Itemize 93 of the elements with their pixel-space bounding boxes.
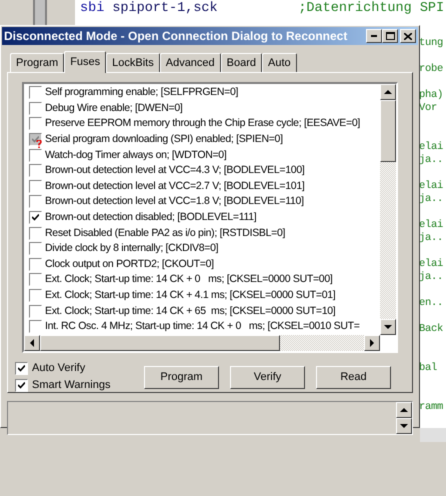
action-button[interactable]: Program bbox=[144, 366, 219, 389]
scroll-thumb[interactable] bbox=[40, 335, 280, 351]
right-arrow-icon bbox=[369, 339, 375, 347]
checkbox[interactable] bbox=[29, 242, 42, 256]
checkbox[interactable] bbox=[29, 304, 42, 318]
code-comment: ja.. bbox=[419, 271, 444, 284]
check-icon bbox=[32, 136, 39, 144]
check-icon bbox=[18, 382, 25, 388]
tab[interactable]: Program bbox=[10, 53, 64, 72]
option-label: Smart Warnings bbox=[32, 378, 110, 393]
fuse-label: Divide clock by 8 internally; [CKDIV8=0] bbox=[45, 242, 218, 256]
code-comment: ja.. bbox=[419, 154, 444, 167]
code-operand: spiport-1,sck bbox=[112, 2, 219, 15]
scroll-down-button[interactable] bbox=[380, 319, 396, 335]
code-comment: elai bbox=[419, 258, 444, 271]
up-arrow-icon bbox=[384, 89, 392, 95]
maximize-button[interactable] bbox=[382, 29, 398, 43]
tab[interactable]: Fuses bbox=[64, 51, 106, 73]
checkbox[interactable] bbox=[29, 289, 42, 302]
code-comment: elai bbox=[419, 180, 444, 193]
fuse-label: Ext. Clock; Start-up time: 14 CK + 65 ms; [CKSEL=0000 SUT=10] bbox=[45, 304, 336, 318]
minimize-button[interactable] bbox=[366, 29, 382, 43]
checkbox[interactable] bbox=[29, 148, 42, 162]
fuse-label: Debug Wire enable; [DWEN=0] bbox=[45, 102, 183, 115]
checkbox[interactable] bbox=[15, 378, 28, 392]
checkbox[interactable] bbox=[29, 102, 42, 115]
fuse-label: Preserve EEPROM memory through the Chip Erase cycle; [EESAVE=0] bbox=[45, 117, 360, 130]
code-comment: Vor bbox=[419, 102, 438, 115]
fuse-label: Brown-out detection level at VCC=2.7 V; [BODLEVEL=101] bbox=[45, 180, 304, 193]
fuse-label: Brown-out detection level at VCC=1.8 V; [BODLEVEL=110] bbox=[45, 195, 304, 208]
scroll-right-button[interactable] bbox=[364, 335, 380, 351]
checkbox[interactable] bbox=[29, 164, 42, 178]
tab[interactable]: LockBits bbox=[106, 53, 160, 72]
window-title: Disconnected Mode - Open Connection Dialog to Reconnect bbox=[4, 28, 348, 45]
checkbox[interactable] bbox=[29, 273, 42, 286]
checkbox[interactable] bbox=[15, 362, 28, 374]
scroll-up-button[interactable] bbox=[396, 402, 412, 418]
code-keyword: sbi bbox=[80, 2, 104, 15]
tab[interactable]: Board bbox=[220, 53, 262, 72]
code-comment: bal bbox=[419, 362, 438, 375]
scroll-thumb[interactable] bbox=[380, 100, 396, 162]
code-comment: ;Datenrichtung SPI bbox=[298, 2, 444, 15]
horizontal-scrollbar[interactable] bbox=[24, 335, 380, 351]
vertical-scrollbar[interactable] bbox=[380, 84, 396, 335]
action-button[interactable]: Verify bbox=[230, 366, 305, 389]
fuse-label: Ext. Clock; Start-up time: 14 CK + 0 ms; [CKSEL=0000 SUT=00] bbox=[45, 273, 332, 286]
checkbox[interactable] bbox=[29, 117, 42, 130]
left-arrow-icon bbox=[29, 339, 35, 347]
fuse-label: Serial program downloading (SPI) enabled; [SPIEN=0] bbox=[45, 133, 283, 146]
fuse-label: Reset Disabled (Enable PA2 as i/o pin); [RSTDISBL=0] bbox=[45, 226, 286, 240]
checkbox[interactable] bbox=[29, 211, 42, 224]
checkbox[interactable] bbox=[29, 86, 42, 100]
code-comment: Back bbox=[419, 323, 444, 336]
scroll-down-button[interactable] bbox=[396, 418, 412, 434]
editor-scrollbar bbox=[420, 428, 446, 442]
option-label: Auto Verify bbox=[32, 360, 86, 376]
fuse-label: Brown-out detection level at VCC=4.3 V; [BODLEVEL=100] bbox=[45, 164, 304, 178]
minimize-icon bbox=[371, 35, 377, 37]
scroll-left-button[interactable] bbox=[24, 335, 40, 351]
question-mark-icon bbox=[36, 140, 42, 148]
code-comment: robe bbox=[419, 63, 444, 76]
checkbox[interactable] bbox=[29, 226, 42, 240]
code-comment: ramm bbox=[419, 401, 444, 414]
vertical-scrollbar[interactable] bbox=[396, 402, 412, 434]
fuse-label: Int. RC Osc. 4 MHz; Start-up time: 14 CK + 0 ms; [CKSEL=0010 SUT= bbox=[45, 320, 360, 334]
code-comment: elai bbox=[419, 219, 444, 232]
down-arrow-icon bbox=[400, 423, 408, 429]
checkbox[interactable] bbox=[29, 195, 42, 208]
tab[interactable]: Auto bbox=[262, 53, 297, 72]
checkbox[interactable] bbox=[29, 180, 42, 193]
tab[interactable]: Advanced bbox=[160, 53, 221, 72]
code-comment: elai bbox=[419, 141, 444, 154]
action-button[interactable]: Read bbox=[316, 366, 391, 389]
down-arrow-icon bbox=[384, 324, 392, 330]
code-comment: en.. bbox=[419, 297, 444, 310]
checkbox[interactable] bbox=[29, 320, 42, 334]
fuse-label: Ext. Clock; Start-up time: 14 CK + 4.1 ms; [CKSEL=0000 SUT=01] bbox=[45, 289, 336, 302]
code-comment: ja.. bbox=[419, 232, 444, 245]
fuse-label: Watch-dog Timer always on; [WDTON=0] bbox=[45, 148, 226, 162]
fuse-label: Brown-out detection disabled; [BODLEVEL=111] bbox=[45, 211, 256, 224]
scroll-up-button[interactable] bbox=[380, 84, 396, 100]
maximize-icon bbox=[386, 32, 394, 40]
checkbox[interactable] bbox=[29, 258, 42, 271]
check-icon bbox=[32, 214, 39, 222]
check-icon bbox=[18, 364, 25, 372]
close-button[interactable] bbox=[400, 29, 416, 43]
code-comment: pha) bbox=[419, 89, 444, 102]
close-icon bbox=[404, 32, 412, 40]
code-comment: ja.. bbox=[419, 193, 444, 206]
code-comment: tung bbox=[419, 37, 444, 50]
fuse-label: Self programming enable; [SELFPRGEN=0] bbox=[45, 86, 238, 100]
fuse-label: Clock output on PORTD2; [CKOUT=0] bbox=[45, 258, 214, 271]
up-arrow-icon bbox=[400, 407, 408, 413]
